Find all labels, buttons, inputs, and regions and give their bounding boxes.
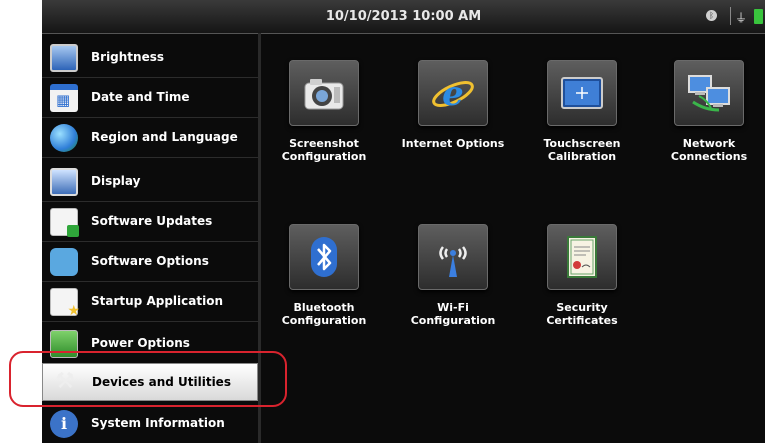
sidebar-item-label: Brightness bbox=[91, 50, 165, 64]
tile-label-line2: Connections bbox=[670, 150, 748, 163]
sidebar-item-region-and-language[interactable]: Region and Language bbox=[42, 118, 258, 158]
sidebar-item-label: Startup Application bbox=[91, 294, 223, 308]
sidebar-item-software-options[interactable]: Software Options bbox=[42, 242, 258, 282]
tile-label: Bluetooth Configuration bbox=[269, 301, 379, 327]
tile-label: Wi-Fi Configuration bbox=[398, 301, 508, 327]
tile-label-line1: Bluetooth bbox=[293, 301, 355, 314]
tile-touchscreen-calibration[interactable]: Touchscreen Calibration bbox=[527, 60, 637, 163]
divider bbox=[42, 321, 258, 322]
internet-explorer-icon: e bbox=[418, 60, 488, 126]
tile-label-line1: Touchscreen bbox=[543, 137, 621, 150]
divider bbox=[42, 157, 258, 158]
puzzle-icon bbox=[50, 248, 78, 276]
status-datetime: 10/10/2013 10:00 AM bbox=[325, 9, 482, 24]
tile-label-line2: Configuration bbox=[281, 150, 367, 163]
tile-label: Internet Options bbox=[398, 137, 508, 150]
sidebar-item-label: Region and Language bbox=[91, 130, 238, 144]
brightness-monitor-icon bbox=[50, 44, 78, 72]
battery-icon bbox=[754, 9, 763, 24]
tile-label-line2: Configuration bbox=[410, 314, 496, 327]
tile-label: Network Connections bbox=[654, 137, 764, 163]
startup-icon bbox=[50, 288, 80, 319]
touchscreen-icon bbox=[547, 60, 617, 126]
calendar-icon bbox=[50, 84, 78, 112]
sidebar-item-label: System Information bbox=[91, 416, 225, 430]
tile-wifi-configuration[interactable]: Wi-Fi Configuration bbox=[398, 224, 508, 327]
bluetooth-icon bbox=[289, 224, 359, 290]
tile-label: Screenshot Configuration bbox=[269, 137, 379, 163]
sidebar-item-system-information[interactable]: i System Information bbox=[42, 404, 258, 443]
sidebar-item-label: Software Options bbox=[91, 254, 209, 268]
sidebar-item-startup-application[interactable]: Startup Application bbox=[42, 282, 258, 322]
sidebar-item-label: Power Options bbox=[91, 336, 190, 350]
tile-bluetooth-configuration[interactable]: Bluetooth Configuration bbox=[269, 224, 379, 327]
certificate-icon bbox=[547, 224, 617, 290]
tile-label-line1: Screenshot bbox=[289, 137, 359, 150]
tile-label-line1: Security bbox=[556, 301, 608, 314]
wifi-antenna-icon bbox=[418, 224, 488, 290]
software-update-icon bbox=[50, 208, 79, 237]
sidebar-item-brightness[interactable]: Brightness bbox=[42, 38, 258, 78]
svg-text:e: e bbox=[442, 74, 464, 114]
tile-label: Touchscreen Calibration bbox=[527, 137, 637, 163]
tile-security-certificates[interactable]: Security Certificates bbox=[527, 224, 637, 327]
power-plug-icon: ⏚ bbox=[734, 11, 747, 25]
bluetooth-icon: ᛒ bbox=[706, 10, 717, 21]
status-bar: 10/10/2013 10:00 AM ᛒ ⏚ bbox=[42, 0, 765, 34]
tile-label: Security Certificates bbox=[527, 301, 637, 327]
camera-icon bbox=[289, 60, 359, 126]
sidebar-item-software-updates[interactable]: Software Updates bbox=[42, 202, 258, 242]
tile-label-line1: Wi-Fi bbox=[437, 301, 469, 314]
sidebar-item-display[interactable]: Display bbox=[42, 162, 258, 202]
tile-internet-options[interactable]: e Internet Options bbox=[398, 60, 508, 150]
sidebar-item-date-and-time[interactable]: Date and Time bbox=[42, 78, 258, 118]
tile-label-line1: Network bbox=[682, 137, 736, 150]
tile-label-line2: Configuration bbox=[281, 314, 367, 327]
info-icon: i bbox=[50, 410, 78, 438]
tile-label-line2: Certificates bbox=[546, 314, 618, 327]
display-icon bbox=[50, 168, 78, 196]
sidebar-item-label: Display bbox=[91, 174, 141, 188]
status-divider bbox=[730, 7, 731, 25]
highlight-callout bbox=[9, 351, 287, 407]
tile-label-line2: Calibration bbox=[547, 150, 617, 163]
tile-screenshot-configuration[interactable]: Screenshot Configuration bbox=[269, 60, 379, 163]
tile-network-connections[interactable]: Network Connections bbox=[654, 60, 764, 163]
tile-label-line1: Internet Options bbox=[401, 137, 505, 150]
sidebar-item-label: Date and Time bbox=[91, 90, 190, 104]
network-icon bbox=[674, 60, 744, 126]
sidebar-item-label: Software Updates bbox=[91, 214, 213, 228]
globe-icon bbox=[50, 124, 78, 152]
